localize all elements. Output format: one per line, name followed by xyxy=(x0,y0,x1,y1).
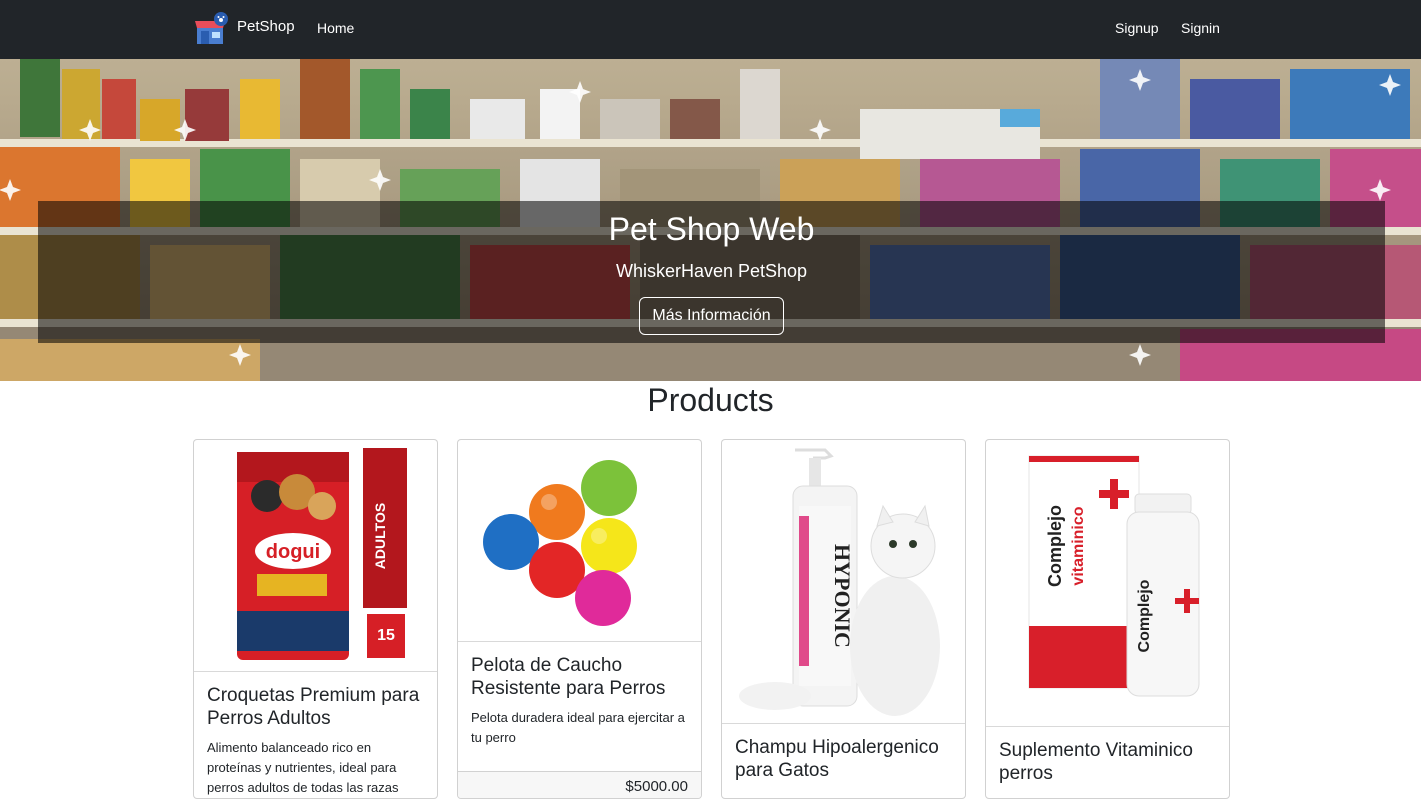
product-card-body: Champu Hipoalergenico para Gatos xyxy=(722,723,965,794)
products-heading: Products xyxy=(647,382,774,418)
product-card-body: Pelota de Caucho Resistente para Perros … xyxy=(458,641,701,760)
product-description: Pelota duradera ideal para ejercitar a t… xyxy=(471,710,685,745)
rubber-balls-image xyxy=(471,446,643,640)
nav-home-link[interactable]: Home xyxy=(317,20,354,36)
product-price-footer: $5000.00 xyxy=(458,771,701,798)
product-title: Croquetas Premium para Perros Adultos xyxy=(207,685,420,729)
svg-text:Complejo: Complejo xyxy=(1045,505,1065,587)
vitamin-supplement-image: Complejo vitaminico Complejo xyxy=(999,446,1216,718)
hero-caption: Pet Shop Web WhiskerHaven PetShop Más In… xyxy=(38,201,1385,343)
product-description: Alimento balanceado rico en proteínas y … xyxy=(207,740,399,795)
svg-text:ADULTOS: ADULTOS xyxy=(372,503,388,569)
svg-text:vitaminico: vitaminico xyxy=(1070,506,1087,585)
pet-shop-logo-icon xyxy=(194,11,230,47)
more-info-button[interactable]: Más Información xyxy=(639,297,784,335)
hero-title: Pet Shop Web xyxy=(608,211,815,247)
product-card[interactable]: Pelota de Caucho Resistente para Perros … xyxy=(457,439,702,799)
cat-shampoo-image: HYPONIC xyxy=(735,446,952,718)
hero-subtitle: WhiskerHaven PetShop xyxy=(615,261,808,281)
product-title: Suplemento Vitaminico perros xyxy=(999,740,1193,784)
nav-signin-link[interactable]: Signin xyxy=(1181,20,1220,36)
hero-banner: Pet Shop Web WhiskerHaven PetShop Más In… xyxy=(0,59,1421,381)
svg-text:15: 15 xyxy=(377,627,395,644)
brand-name: PetShop xyxy=(237,17,295,35)
product-card-body: Croquetas Premium para Perros Adultos Al… xyxy=(194,671,437,798)
dog-food-bag-image: dogui ADULTOS 15 xyxy=(207,446,424,665)
product-title: Champu Hipoalergenico para Gatos xyxy=(735,737,939,781)
product-price: $5000.00 xyxy=(625,778,688,795)
svg-text:dogui: dogui xyxy=(266,541,320,563)
product-card[interactable]: Complejo vitaminico Complejo Suplemento … xyxy=(985,439,1230,799)
product-title: Pelota de Caucho Resistente para Perros xyxy=(471,655,666,699)
brand-link[interactable]: PetShop xyxy=(194,10,295,48)
product-card[interactable]: HYPONIC Champu Hipoalergenico para Gatos xyxy=(721,439,966,799)
product-card-body: Suplemento Vitaminico perros xyxy=(986,726,1229,797)
product-card[interactable]: dogui ADULTOS 15 Croquetas Premium para … xyxy=(193,439,438,799)
top-navbar: PetShop Home Signup Signin xyxy=(0,0,1421,59)
svg-text:Complejo: Complejo xyxy=(1136,579,1153,652)
nav-signup-link[interactable]: Signup xyxy=(1115,20,1159,36)
